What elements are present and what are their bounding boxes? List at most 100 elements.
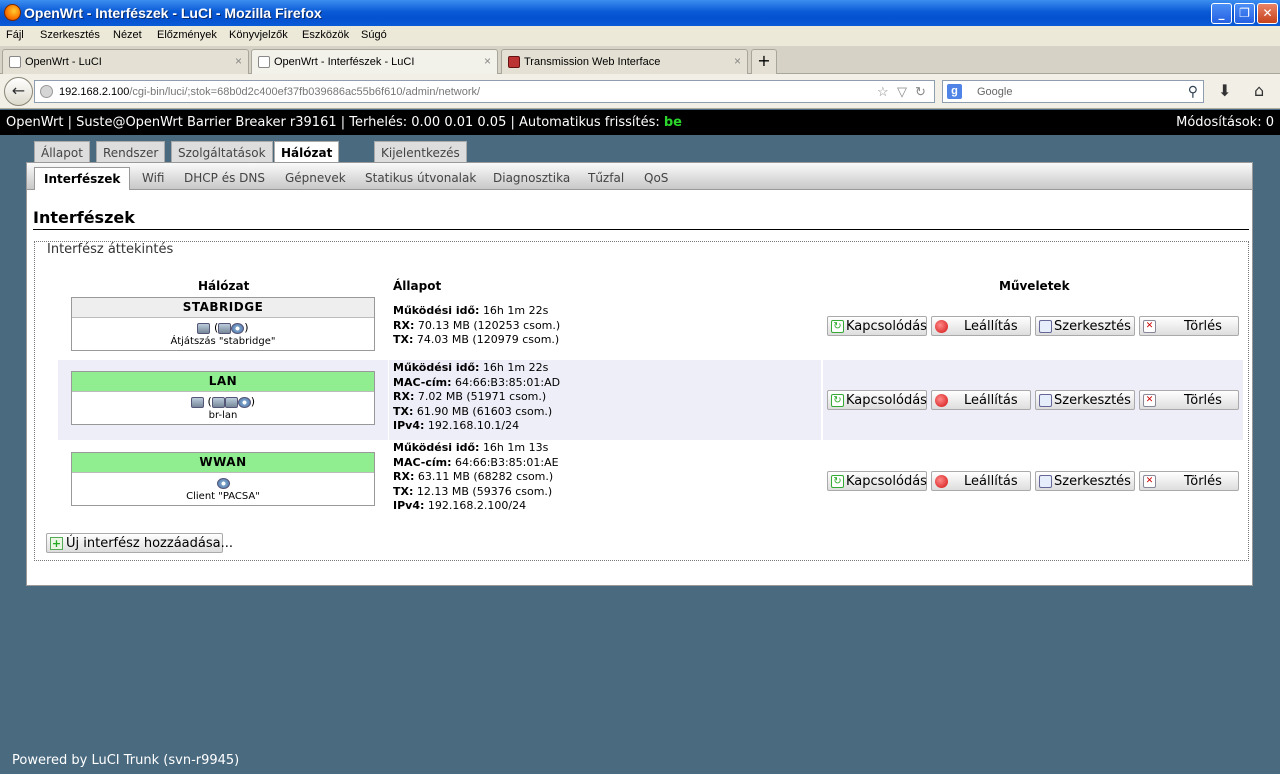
button-label: Kapcsolódás bbox=[846, 474, 927, 489]
delete-button-stabridge[interactable]: ✕ Törlés bbox=[1139, 316, 1239, 336]
connect-button-stabridge[interactable]: ↻ Kapcsolódás bbox=[827, 316, 927, 336]
edit-button-stabridge[interactable]: Szerkesztés bbox=[1035, 316, 1135, 336]
subtab-qos[interactable]: QoS bbox=[644, 171, 668, 185]
status-label: IPv4: bbox=[393, 419, 425, 432]
menu-history[interactable]: Előzmények bbox=[157, 29, 217, 41]
changes-counter[interactable]: Módosítások: 0 bbox=[1176, 115, 1274, 130]
main-content: Interfészek Wifi DHCP és DNS Gépnevek St… bbox=[26, 162, 1253, 586]
button-label: Szerkesztés bbox=[1054, 393, 1131, 408]
subtab-static-routes[interactable]: Statikus útvonalak bbox=[365, 171, 476, 185]
mac-value: 64:66:B3:85:01:AE bbox=[455, 455, 559, 469]
new-tab-button[interactable]: + bbox=[751, 49, 777, 74]
url-path: /cgi-bin/luci/;stok=68b0d2c400ef37fb0396… bbox=[129, 86, 481, 98]
ethernet-icon bbox=[211, 396, 225, 408]
delete-button-wwan[interactable]: ✕ Törlés bbox=[1139, 471, 1239, 491]
search-icon[interactable]: ⚲ bbox=[1188, 83, 1198, 100]
interface-box-wwan: WWAN Client "PACSA" bbox=[71, 452, 375, 506]
footer-powered-by[interactable]: Powered by LuCI Trunk (svn-r9945) bbox=[12, 753, 239, 768]
tab-close-icon[interactable]: × bbox=[235, 54, 242, 68]
download-icon[interactable]: ⬇ bbox=[1218, 81, 1231, 100]
subtab-dhcp-dns[interactable]: DHCP és DNS bbox=[184, 171, 265, 185]
status-label: IPv4: bbox=[393, 499, 425, 512]
menu-help[interactable]: Súgó bbox=[361, 29, 387, 41]
close-button[interactable]: ✕ bbox=[1257, 3, 1278, 24]
sub-navigation: Interfészek Wifi DHCP és DNS Gépnevek St… bbox=[27, 163, 1252, 190]
menu-bookmarks[interactable]: Könyvjelzők bbox=[229, 29, 288, 41]
firefox-icon bbox=[4, 4, 21, 21]
subtab-firewall[interactable]: Tűzfal bbox=[588, 171, 624, 185]
menu-tools[interactable]: Eszközök bbox=[302, 29, 349, 41]
edit-button-wwan[interactable]: Szerkesztés bbox=[1035, 471, 1135, 491]
interface-box-lan: LAN () br-lan bbox=[71, 371, 375, 425]
button-label: Új interfész hozzáadása... bbox=[66, 536, 233, 551]
tab-logout[interactable]: Kijelentkezés bbox=[374, 141, 467, 163]
google-icon[interactable]: g bbox=[947, 84, 962, 99]
tab-services[interactable]: Szolgáltatások bbox=[171, 141, 273, 163]
browser-tab-transmission[interactable]: Transmission Web Interface × bbox=[501, 49, 748, 74]
stop-button-wwan[interactable]: Leállítás bbox=[931, 471, 1031, 491]
status-label: MAC-cím: bbox=[393, 375, 452, 389]
reload-icon[interactable]: ↻ bbox=[915, 84, 926, 100]
interface-name: WWAN bbox=[72, 453, 374, 473]
button-label: Törlés bbox=[1184, 393, 1222, 408]
tab-status[interactable]: Állapot bbox=[34, 141, 90, 163]
header-info: OpenWrt | Suste@OpenWrt Barrier Breaker … bbox=[6, 115, 682, 130]
search-bar[interactable]: g Google ⚲ bbox=[942, 80, 1204, 103]
edit-button-lan[interactable]: Szerkesztés bbox=[1035, 390, 1135, 410]
auto-refresh-toggle[interactable]: be bbox=[664, 115, 682, 130]
page-title: Interfészek bbox=[33, 208, 135, 227]
menu-edit[interactable]: Szerkesztés bbox=[40, 29, 100, 41]
browser-tab-strip: OpenWrt - LuCI × OpenWrt - Interfészek -… bbox=[0, 46, 1280, 75]
delete-icon: ✕ bbox=[1143, 320, 1156, 333]
interface-icons: () bbox=[72, 318, 374, 336]
stop-button-stabridge[interactable]: Leállítás bbox=[931, 316, 1031, 336]
status-label: MAC-cím: bbox=[393, 455, 452, 469]
search-input[interactable]: Google bbox=[977, 86, 1012, 98]
subtab-wifi[interactable]: Wifi bbox=[142, 171, 165, 185]
home-icon[interactable]: ⌂ bbox=[1254, 81, 1264, 100]
status-label: TX: bbox=[393, 484, 414, 498]
bridge-icon bbox=[197, 322, 211, 334]
subtab-hostnames[interactable]: Gépnevek bbox=[285, 171, 346, 185]
connect-button-wwan[interactable]: ↻ Kapcsolódás bbox=[827, 471, 927, 491]
tx-value: 61.90 MB (61603 csom.) bbox=[416, 404, 553, 418]
tab-close-icon[interactable]: × bbox=[484, 54, 491, 68]
column-actions: Műveletek bbox=[999, 279, 1070, 293]
rx-value: 7.02 MB (51971 csom.) bbox=[417, 390, 547, 403]
url-bar[interactable]: 192.168.2.100/cgi-bin/luci/;stok=68b0d2c… bbox=[34, 80, 935, 103]
button-label: Törlés bbox=[1184, 319, 1222, 334]
menu-file[interactable]: Fájl bbox=[6, 29, 24, 41]
tab-network[interactable]: Hálózat bbox=[274, 141, 340, 164]
interface-box-stabridge: STABRIDGE () Átjátszás "stabridge" bbox=[71, 297, 375, 351]
back-button[interactable]: ← bbox=[4, 77, 33, 106]
tab-system[interactable]: Rendszer bbox=[96, 141, 166, 163]
stop-button-lan[interactable]: Leállítás bbox=[931, 390, 1031, 410]
maximize-button[interactable]: ❐ bbox=[1234, 3, 1255, 24]
transmission-icon bbox=[508, 56, 520, 68]
window-title: OpenWrt - Interfészek - LuCI - Mozilla F… bbox=[24, 5, 322, 21]
status-label: RX: bbox=[393, 470, 415, 483]
tab-close-icon[interactable]: × bbox=[734, 54, 741, 68]
column-network: Hálózat bbox=[198, 279, 250, 293]
browser-tab-interfaces[interactable]: OpenWrt - Interfészek - LuCI × bbox=[251, 49, 498, 75]
browser-tab-openwrt-luci[interactable]: OpenWrt - LuCI × bbox=[2, 49, 249, 74]
status-label: Működési idő: bbox=[393, 441, 480, 454]
button-label: Szerkesztés bbox=[1054, 474, 1131, 489]
button-label: Leállítás bbox=[964, 474, 1018, 489]
edit-icon bbox=[1039, 394, 1052, 407]
subtab-diagnostics[interactable]: Diagnosztika bbox=[493, 171, 570, 185]
interface-icons bbox=[72, 473, 374, 491]
minimize-button[interactable]: _ bbox=[1211, 3, 1232, 24]
delete-button-lan[interactable]: ✕ Törlés bbox=[1139, 390, 1239, 410]
menu-view[interactable]: Nézet bbox=[113, 29, 142, 41]
ipv4-value: 192.168.10.1/24 bbox=[427, 419, 520, 432]
add-interface-button[interactable]: + Új interfész hozzáadása... bbox=[46, 533, 233, 553]
subtab-interfaces[interactable]: Interfészek bbox=[34, 167, 131, 190]
ethernet-icon bbox=[218, 322, 232, 334]
connect-button-lan[interactable]: ↻ Kapcsolódás bbox=[827, 390, 927, 410]
bookmark-star-icon[interactable]: ☆ bbox=[877, 84, 889, 100]
url-dropdown-icon[interactable]: ▽ bbox=[897, 84, 907, 100]
edit-icon bbox=[1039, 475, 1052, 488]
header-text: OpenWrt | Suste@OpenWrt Barrier Breaker … bbox=[6, 115, 664, 130]
mac-value: 64:66:B3:85:01:AD bbox=[455, 375, 561, 389]
